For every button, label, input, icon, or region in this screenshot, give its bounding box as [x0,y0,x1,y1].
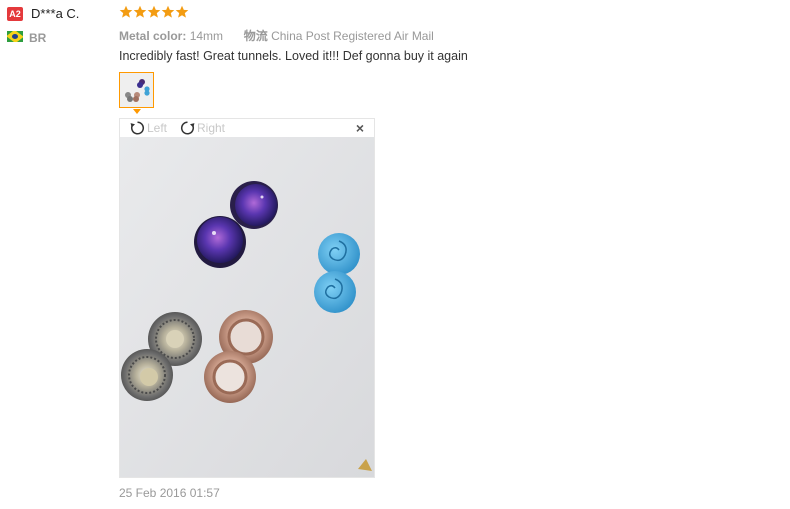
rotate-right-label: Right [197,121,226,135]
rotate-left-label: Left [147,121,168,135]
rotate-right-icon [180,121,195,135]
rotate-left-button[interactable]: Left [129,120,167,136]
rotate-left-icon [130,121,145,135]
order-attributes: Metal color: 14mm 物流 China Post Register… [119,27,434,44]
close-viewer-button[interactable]: × [356,121,364,135]
star-icon [147,5,161,18]
attribute-key: 物流 [243,29,268,43]
review-date: 25 Feb 2016 01:57 [119,486,220,500]
image-viewer: Left Right × [119,118,375,478]
viewer-toolbar: Left Right × [120,119,374,137]
star-rating [119,5,189,19]
review-photo [120,137,374,477]
attribute-value: China Post Registered Air Mail [271,29,434,43]
review-text: Incredibly fast! Great tunnels. Loved it… [119,49,468,63]
thumbnail-pointer [133,109,141,114]
star-icon [119,5,133,18]
star-icon [133,5,147,18]
reviewer-country: BR [29,31,47,45]
attribute-value: 14mm [189,29,224,43]
brazil-flag-icon [7,31,23,42]
star-icon [175,5,189,18]
rotate-right-button[interactable]: Right [179,120,225,136]
level-badge: A2 [7,7,23,21]
thumbnail-image [120,73,153,107]
star-icon [161,5,175,18]
attribute-key: Metal color: [119,29,187,43]
reviewer-name: D***a C. [31,6,80,21]
photo-thumbnail[interactable] [119,72,154,108]
